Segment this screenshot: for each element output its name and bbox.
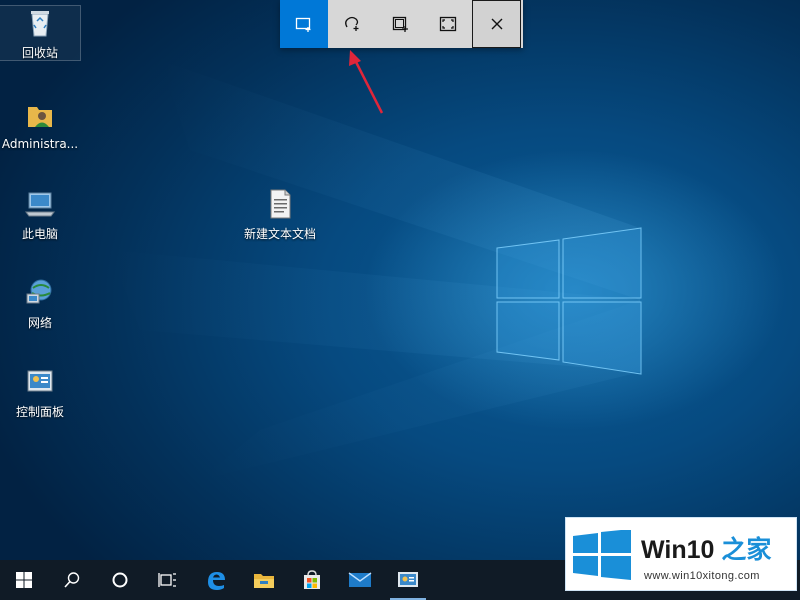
file-explorer-icon <box>254 574 274 588</box>
taskbar-file-explorer-button[interactable] <box>240 560 288 600</box>
taskbar-edge-button[interactable] <box>192 560 240 600</box>
watermark: Win10 之家 www.win10xitong.com <box>565 517 797 591</box>
watermark-url: www.win10xitong.com <box>644 570 760 582</box>
search-icon <box>64 572 80 588</box>
taskbar-mail-button[interactable] <box>336 560 384 600</box>
windows-start-icon <box>16 572 32 588</box>
mail-icon <box>348 572 372 587</box>
desktop[interactable]: 回收站 Administra... 此电脑 网络 控制面板 新建文本文档 Win… <box>0 0 800 600</box>
taskbar-cortana-button[interactable] <box>96 560 144 600</box>
taskbar-store-button[interactable] <box>288 560 336 600</box>
annotation-arrow <box>349 50 384 114</box>
task-view-icon <box>158 573 176 587</box>
store-icon <box>304 570 320 589</box>
taskbar-control-panel-button[interactable] <box>384 560 432 600</box>
watermark-title: Win10 之家 <box>641 530 771 566</box>
edge-icon <box>208 572 225 590</box>
windows-logo-icon <box>573 530 631 580</box>
watermark-title-part2: 之家 <box>721 536 772 564</box>
control-panel-icon <box>398 572 418 587</box>
taskbar-task-view-button[interactable] <box>144 560 192 600</box>
taskbar-search-button[interactable] <box>48 560 96 600</box>
taskbar-start-button[interactable] <box>0 560 48 600</box>
cortana-icon <box>112 572 128 588</box>
watermark-title-part1: Win10 <box>641 536 722 564</box>
